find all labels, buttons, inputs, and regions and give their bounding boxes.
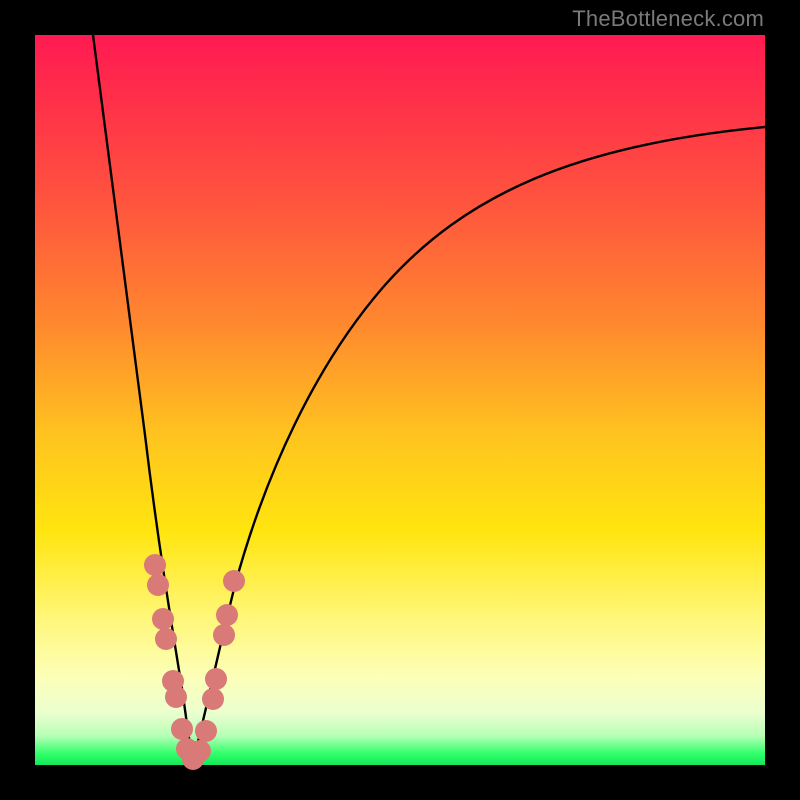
curve-right-branch <box>193 127 765 761</box>
plot-area <box>35 35 765 765</box>
outer-frame: TheBottleneck.com <box>0 0 800 800</box>
bottleneck-curve <box>35 35 765 765</box>
curve-left-branch <box>93 35 193 761</box>
watermark-text: TheBottleneck.com <box>572 6 764 32</box>
highlight-dot-cluster <box>144 554 245 770</box>
